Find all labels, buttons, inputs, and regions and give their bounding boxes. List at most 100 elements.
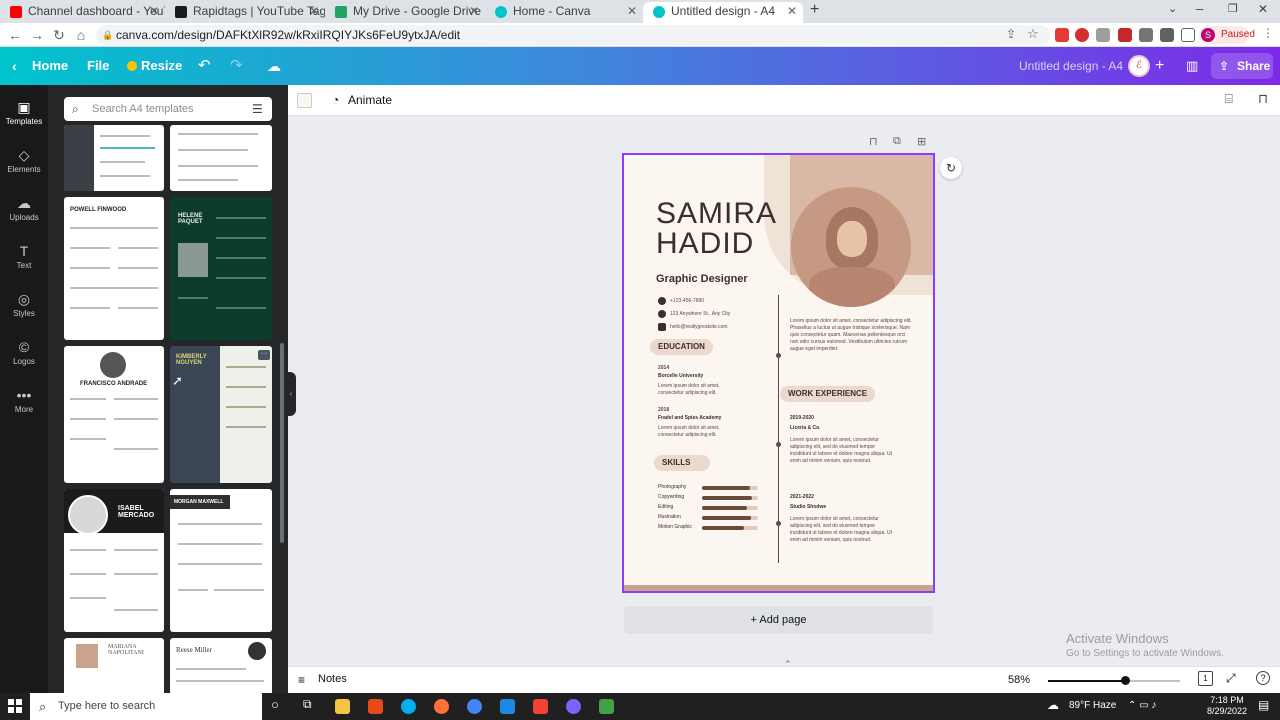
back-arrow-icon[interactable]: ← [6, 26, 24, 44]
zoom-level[interactable]: 58% [1008, 674, 1030, 686]
lock-page-icon[interactable]: ⊓ [869, 135, 878, 148]
url-field[interactable]: 🔒 canva.com/design/DAFKtXlR92w/kRxiIRQIY… [96, 25, 1050, 45]
extension-icon[interactable] [1055, 28, 1069, 42]
tab-search-icon[interactable]: ⌄ [1168, 2, 1177, 15]
close-window-button[interactable]: ✕ [1258, 2, 1268, 16]
redo-icon[interactable]: ↷ [230, 47, 243, 85]
rail-elements[interactable]: ◇ Elements [0, 145, 48, 185]
file-explorer-icon[interactable] [335, 699, 350, 714]
paint-roller-icon[interactable]: ⌸ [1225, 91, 1233, 107]
bookmark-star-icon[interactable]: ☆ [1027, 26, 1039, 42]
close-icon[interactable]: ✕ [309, 2, 319, 21]
profile-button[interactable]: S Paused [1199, 26, 1255, 44]
weather-text[interactable]: 89°F Haze [1069, 700, 1116, 711]
skills-heading[interactable]: SKILLS [654, 455, 710, 471]
user-avatar[interactable]: ℰ [1128, 55, 1150, 77]
close-icon[interactable]: ✕ [627, 2, 637, 21]
app-icon[interactable] [599, 699, 614, 714]
work-text[interactable]: Lorem ipsum dolor sit amet, consectetur … [790, 437, 894, 465]
windows-start-icon[interactable] [8, 699, 22, 713]
education-school[interactable]: Fradel and Spies Academy [658, 415, 721, 422]
app-icon[interactable] [368, 699, 383, 714]
collapse-panel-button[interactable]: ‹ [286, 372, 296, 416]
skill-name[interactable]: Copywriting [658, 494, 684, 501]
background-color-swatch[interactable] [297, 93, 312, 108]
skype-icon[interactable] [401, 699, 416, 714]
template-thumbnail[interactable]: Reese Miller [170, 638, 272, 693]
template-thumbnail[interactable]: HELENE PAQUET [170, 197, 272, 340]
first-name[interactable]: SAMIRA [656, 199, 777, 229]
education-heading[interactable]: EDUCATION [650, 339, 713, 355]
template-search-input[interactable]: ⌕ Search A4 templates ☰ [64, 97, 272, 121]
more-options-icon[interactable]: ··· [258, 350, 270, 360]
skill-name[interactable]: Motion Graphic [658, 524, 692, 531]
messenger-icon[interactable] [566, 699, 581, 714]
chrome-icon[interactable] [467, 699, 482, 714]
file-menu-button[interactable]: File [87, 47, 109, 85]
education-year[interactable]: 2014 [658, 365, 669, 372]
education-year[interactable]: 2018 [658, 407, 669, 414]
menu-kebab-icon[interactable]: ⋮ [1262, 26, 1274, 40]
skill-name[interactable]: Photography [658, 484, 686, 491]
template-thumbnail[interactable]: KIMBERLY NGUYEN ··· [170, 346, 272, 483]
template-thumbnail[interactable] [170, 125, 272, 191]
resize-button[interactable]: Resize [141, 47, 182, 85]
panel-scrollbar[interactable] [280, 343, 284, 543]
rail-text[interactable]: T Text [0, 241, 48, 281]
fullscreen-icon[interactable]: ⤢ [1226, 671, 1236, 686]
add-people-icon[interactable]: + [1155, 47, 1164, 85]
extension-icon[interactable] [1118, 28, 1132, 42]
phone-number[interactable]: +123-456-7890 [670, 298, 704, 305]
close-icon[interactable]: ✕ [787, 2, 797, 21]
page-grid-icon[interactable]: 1 [1198, 671, 1213, 686]
calculator-icon[interactable] [500, 699, 515, 714]
template-thumbnail[interactable]: MORGAN MAXWELL [170, 489, 272, 632]
restore-button[interactable]: ❐ [1228, 2, 1238, 15]
skill-name[interactable]: Illustration [658, 514, 681, 521]
home-icon[interactable]: ⌂ [72, 26, 90, 44]
design-page[interactable]: SAMIRA HADID Graphic Designer +123-456-7… [622, 153, 935, 593]
reload-icon[interactable]: ↻ [50, 26, 68, 44]
template-thumbnail[interactable] [64, 125, 164, 191]
last-name[interactable]: HADID [656, 229, 754, 259]
add-page-button[interactable]: + Add page [624, 606, 933, 634]
profile-photo[interactable] [791, 187, 911, 307]
duplicate-page-icon[interactable]: ⧉ [893, 135, 901, 148]
app-icon[interactable] [533, 699, 548, 714]
task-view-icon[interactable]: ⧉ [303, 697, 312, 712]
puzzle-extensions-icon[interactable] [1160, 28, 1174, 42]
new-tab-button[interactable]: + [810, 1, 819, 19]
tab-canva-home[interactable]: Home - Canva ✕ [485, 2, 643, 23]
rail-more[interactable]: ••• More [0, 385, 48, 425]
template-thumbnail[interactable]: ISABEL MERCADO [64, 489, 164, 632]
address[interactable]: 123 Anywhere St., Any City [670, 311, 730, 318]
add-page-icon[interactable]: ⊞ [917, 135, 926, 148]
work-company[interactable]: Liceria & Co. [790, 425, 821, 432]
clock-time[interactable]: 7:18 PM [1208, 695, 1246, 705]
work-years[interactable]: 2021-2022 [790, 494, 814, 501]
share-page-icon[interactable]: ⇪ [1006, 27, 1016, 41]
work-text[interactable]: Lorem ipsum dolor sit amet, consectetur … [790, 516, 894, 544]
tab-untitled-design[interactable]: Untitled design - A4 ✕ [643, 2, 803, 23]
cortana-icon[interactable]: ○ [271, 697, 279, 712]
rail-uploads[interactable]: ☁ Uploads [0, 193, 48, 233]
skill-name[interactable]: Editing [658, 504, 673, 511]
forward-arrow-icon[interactable]: → [28, 26, 46, 44]
tab-youtube-dashboard[interactable]: Channel dashboard - YouTube St ✕ [0, 2, 165, 23]
insights-chart-icon[interactable]: ▥ [1186, 47, 1198, 85]
close-icon[interactable]: ✕ [469, 2, 479, 21]
profile-summary[interactable]: Lorem ipsum dolor sit amet, consectetur … [790, 318, 912, 353]
work-experience-heading[interactable]: WORK EXPERIENCE [780, 386, 876, 402]
zoom-slider-handle[interactable] [1121, 676, 1130, 685]
template-thumbnail[interactable]: FRANCISCO ANDRADE [64, 346, 164, 483]
job-title[interactable]: Graphic Designer [656, 273, 748, 285]
template-thumbnail[interactable]: MARIANA NAPOLITANI [64, 638, 164, 693]
chevron-up-icon[interactable]: ⌃ [784, 659, 792, 670]
animate-button[interactable]: ◔ Animate [332, 85, 392, 116]
email-address[interactable]: hello@reallygreatsite.com [670, 324, 728, 331]
lock-icon[interactable]: ⊓ [1258, 91, 1268, 107]
undo-icon[interactable]: ↶ [198, 47, 211, 85]
side-panel-icon[interactable] [1181, 28, 1195, 42]
firefox-icon[interactable] [434, 699, 449, 714]
taskbar-search-input[interactable]: ⌕ Type here to search [30, 693, 262, 720]
